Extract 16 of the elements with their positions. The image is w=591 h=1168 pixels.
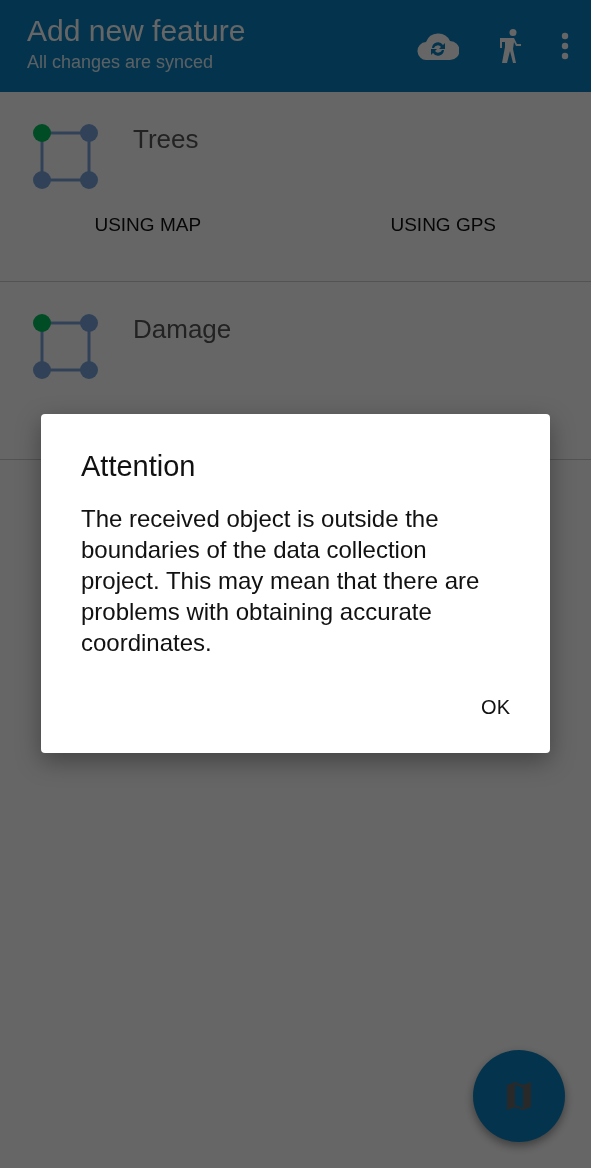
map-icon	[504, 1081, 534, 1111]
polygon-icon	[33, 314, 99, 380]
dialog-message: The received object is outside the boundaries of the data collection project. This may mean that there are problems with obtaining accurate coordinates.	[81, 504, 481, 658]
cloud-sync-icon[interactable]	[417, 32, 459, 60]
walking-person-icon[interactable]	[499, 29, 521, 63]
add-feature-button[interactable]: USING MAP	[0, 202, 296, 248]
ok-button[interactable]: OK	[471, 686, 520, 729]
map-button[interactable]	[473, 1050, 565, 1142]
layer-name: Trees	[133, 124, 199, 156]
screen-title: Add new feature	[27, 13, 247, 48]
polygon-icon	[33, 124, 99, 190]
layer-name: Damage	[133, 314, 232, 346]
add-feature-button[interactable]: USING GPS	[295, 202, 591, 248]
dialog-title: Attention	[81, 450, 197, 483]
more-menu-icon[interactable]	[561, 32, 569, 60]
sync-status: All changes are synced	[27, 51, 215, 73]
